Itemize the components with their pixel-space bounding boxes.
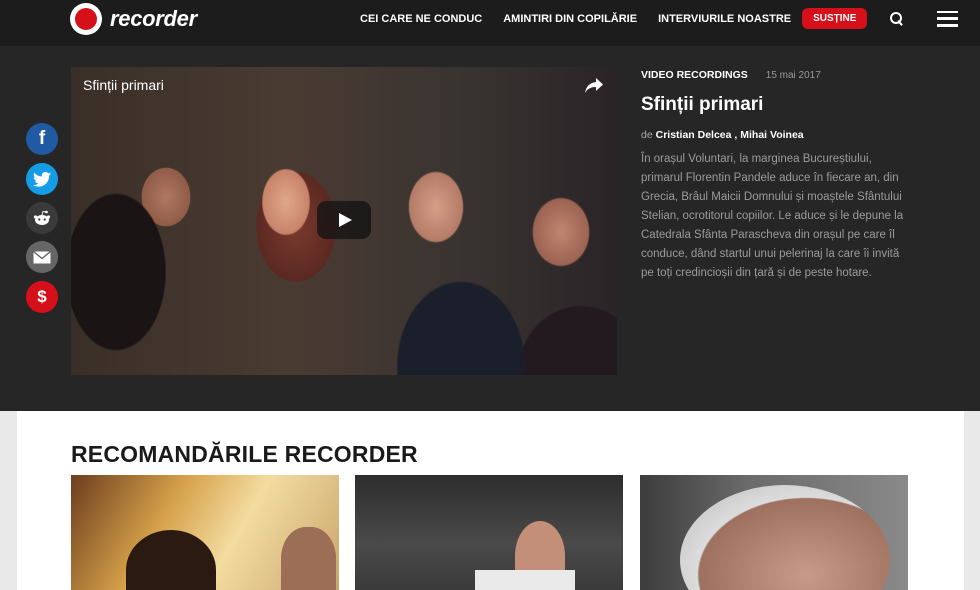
search-icon[interactable] xyxy=(889,11,905,27)
main-nav: CEI CARE NE CONDUC AMINTIRI DIN COPILĂRI… xyxy=(360,0,959,37)
article-title[interactable]: Sfinții primari xyxy=(641,94,911,116)
nav-link-amintiri-din-copilarie[interactable]: AMINTIRI DIN COPILĂRIE xyxy=(503,13,637,25)
video-title: Sfinții primari xyxy=(83,77,164,93)
article-meta: VIDEO RECORDINGS 15 mai 2017 Sfinții pri… xyxy=(641,69,911,283)
reddit-share-icon[interactable] xyxy=(26,202,58,234)
top-navigation-bar: recorder CEI CARE NE CONDUC AMINTIRI DIN… xyxy=(0,0,980,46)
recommendations-section: RECOMANDĂRILE RECORDER xyxy=(17,411,964,590)
logo-text: recorder xyxy=(110,6,197,31)
twitter-share-icon[interactable] xyxy=(26,163,58,195)
support-button[interactable]: SUSȚINE xyxy=(802,8,868,29)
play-button[interactable] xyxy=(317,201,371,239)
donate-icon[interactable]: $ xyxy=(26,281,58,313)
video-player[interactable]: Sfinții primari xyxy=(71,67,617,375)
share-icon[interactable] xyxy=(585,78,603,94)
email-share-icon[interactable] xyxy=(26,241,58,273)
author-separator: , xyxy=(731,129,741,141)
site-logo[interactable]: recorder xyxy=(70,3,197,35)
byline-prefix: de xyxy=(641,129,653,141)
article-summary: În orașul Voluntari, la marginea Bucureș… xyxy=(641,153,904,279)
author-link[interactable]: Mihai Voinea xyxy=(740,129,803,141)
featured-article: f $ Sfinții primari VIDEO RECORDINGS 15 … xyxy=(0,46,980,411)
menu-icon[interactable] xyxy=(937,10,959,27)
article-byline: de Cristian Delcea , Mihai Voinea xyxy=(641,129,911,141)
logo-record-icon xyxy=(70,3,102,35)
facebook-share-icon[interactable]: f xyxy=(26,123,58,155)
recommendation-card-image[interactable] xyxy=(355,475,623,590)
section-title: RECOMANDĂRILE RECORDER xyxy=(71,441,418,467)
article-date: 15 mai 2017 xyxy=(765,70,821,81)
nav-link-cei-care-ne-conduc[interactable]: CEI CARE NE CONDUC xyxy=(360,13,482,25)
recommendation-card-image[interactable] xyxy=(71,475,339,590)
author-link[interactable]: Cristian Delcea xyxy=(656,129,732,141)
nav-link-interviurile-noastre[interactable]: INTERVIURILE NOASTRE xyxy=(658,13,791,25)
article-category[interactable]: VIDEO RECORDINGS xyxy=(641,69,748,81)
recommendation-card-image[interactable] xyxy=(640,475,908,590)
